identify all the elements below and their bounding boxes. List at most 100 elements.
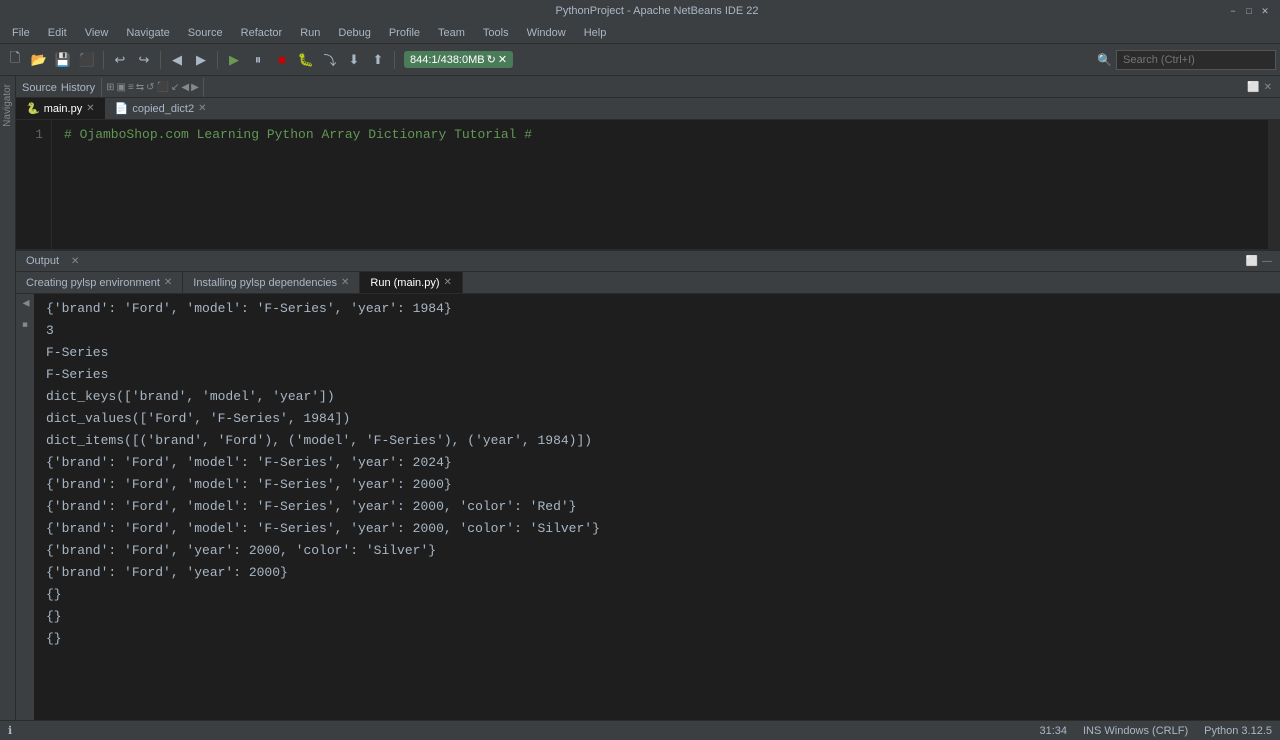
- output-line: {'brand': 'Ford', 'model': 'F-Series', '…: [46, 518, 1268, 540]
- run-label: ▶: [20, 298, 30, 308]
- editor-area: 1 # OjamboShop.com Learning Python Array…: [16, 120, 1280, 250]
- pause-button[interactable]: ⏸: [247, 49, 269, 71]
- tab-run-main[interactable]: Run (main.py) ✕: [360, 272, 462, 293]
- tab-creating-pylsp[interactable]: Creating pylsp environment ✕: [16, 272, 183, 293]
- menu-source[interactable]: Source: [180, 25, 231, 41]
- search-icon: 🔍: [1097, 53, 1112, 67]
- menu-window[interactable]: Window: [519, 25, 574, 41]
- center-area: Source History ⊞ ▣ ≡ ⇆ ↺ ⬛ ↙ ◀ ▶ ⬜ ✕ �: [16, 76, 1280, 720]
- run-group[interactable]: 844:1/438:0MB ↻ ✕: [404, 51, 513, 68]
- output-side-panel: ▶ ■: [16, 294, 34, 720]
- editor-scrollbar[interactable]: [1268, 120, 1280, 249]
- close-button[interactable]: ✕: [1258, 4, 1272, 18]
- output-line: dict_keys(['brand', 'model', 'year']): [46, 386, 1268, 408]
- history-button[interactable]: History: [61, 82, 95, 94]
- toolbar-sep-1: [103, 51, 104, 69]
- output-content[interactable]: {'brand': 'Ford', 'model': 'F-Series', '…: [34, 294, 1280, 720]
- forward-button[interactable]: ▶: [190, 49, 212, 71]
- menu-tools[interactable]: Tools: [475, 25, 517, 41]
- python-file-icon: 🐍: [26, 102, 40, 115]
- source-button[interactable]: Source: [22, 82, 57, 94]
- status-left: ℹ: [8, 724, 12, 737]
- close-installing-tab[interactable]: ✕: [341, 277, 349, 288]
- output-line: dict_items([('brand', 'Ford'), ('model',…: [46, 430, 1268, 452]
- save-button[interactable]: 💾: [52, 49, 74, 71]
- output-line: dict_values(['Ford', 'F-Series', 1984]): [46, 408, 1268, 430]
- line-numbers: 1: [16, 120, 52, 249]
- output-tab-bar: Creating pylsp environment ✕ Installing …: [16, 272, 1280, 294]
- output-panel-title: Output: [16, 255, 69, 267]
- editor-expand-icon[interactable]: ⬜: [1247, 82, 1259, 93]
- tab-installing-pylsp[interactable]: Installing pylsp dependencies ✕: [183, 272, 360, 293]
- status-info-icon: ℹ: [8, 724, 12, 737]
- toolbar-icon-3[interactable]: ≡: [128, 82, 134, 93]
- output-line: {'brand': 'Ford', 'model': 'F-Series', '…: [46, 474, 1268, 496]
- back-button[interactable]: ◀: [166, 49, 188, 71]
- toolbar-icon-8[interactable]: ◀: [181, 82, 189, 93]
- toolbar-sep-3: [217, 51, 218, 69]
- editor-close-icon[interactable]: ✕: [1264, 82, 1272, 93]
- toolbar-icon-5[interactable]: ↺: [146, 82, 154, 93]
- search-bar-area: 🔍: [1097, 50, 1276, 70]
- output-line: {'brand': 'Ford', 'model': 'F-Series', '…: [46, 298, 1268, 320]
- close-run-tab[interactable]: ✕: [443, 277, 451, 288]
- python-version: Python 3.12.5: [1204, 725, 1272, 737]
- debug-button[interactable]: 🐛: [295, 49, 317, 71]
- close-output-panel[interactable]: ✕: [71, 256, 79, 267]
- close-copied-dict2[interactable]: ✕: [198, 103, 206, 114]
- menu-file[interactable]: File: [4, 25, 38, 41]
- cursor-position: 31:34: [1039, 725, 1067, 737]
- maximize-button[interactable]: □: [1242, 4, 1256, 18]
- toolbar-icon-6[interactable]: ⬛: [157, 82, 169, 93]
- toolbar: 🗋 📂 💾 ⬛ ↩ ↪ ◀ ▶ ▶ ⏸ ■ 🐛 ⤵ ⬇ ⬆ 844:1/438:…: [0, 44, 1280, 76]
- step-over-button[interactable]: ⤵: [319, 49, 341, 71]
- menu-help[interactable]: Help: [576, 25, 615, 41]
- minimize-button[interactable]: −: [1226, 4, 1240, 18]
- output-line: {'brand': 'Ford', 'year': 2000}: [46, 562, 1268, 584]
- menu-edit[interactable]: Edit: [40, 25, 75, 41]
- status-bar: ℹ 31:34 INS Windows (CRLF) Python 3.12.5: [0, 720, 1280, 740]
- menu-debug[interactable]: Debug: [330, 25, 378, 41]
- left-navigator-panel: Navigator: [0, 76, 16, 720]
- editor-tab-bar: Source History ⊞ ▣ ≡ ⇆ ↺ ⬛ ↙ ◀ ▶ ⬜ ✕: [16, 76, 1280, 98]
- output-expand-icon[interactable]: ⬜: [1246, 256, 1258, 267]
- toolbar-icon-9[interactable]: ▶: [191, 82, 199, 93]
- output-line: {}: [46, 628, 1268, 650]
- new-project-button[interactable]: 🗋: [4, 49, 26, 71]
- output-min-icon[interactable]: —: [1262, 256, 1272, 267]
- stop-button[interactable]: ■: [271, 49, 293, 71]
- menu-profile[interactable]: Profile: [381, 25, 428, 41]
- run-button[interactable]: ▶: [223, 49, 245, 71]
- open-project-button[interactable]: 📂: [28, 49, 50, 71]
- close-main-py[interactable]: ✕: [86, 103, 94, 114]
- output-line: 3: [46, 320, 1268, 342]
- undo-button[interactable]: ↩: [109, 49, 131, 71]
- toolbar-icon-1[interactable]: ⊞: [106, 82, 114, 93]
- output-line: F-Series: [46, 364, 1268, 386]
- redo-button[interactable]: ↪: [133, 49, 155, 71]
- refresh-icon[interactable]: ↻: [487, 53, 496, 66]
- toolbar-icon-7[interactable]: ↙: [171, 82, 179, 93]
- toolbar-icon-4[interactable]: ⇆: [136, 82, 144, 93]
- stop-small-icon[interactable]: ✕: [498, 53, 507, 66]
- save-all-button[interactable]: ⬛: [76, 49, 98, 71]
- toolbar-sep-4: [394, 51, 395, 69]
- menu-navigate[interactable]: Navigate: [118, 25, 177, 41]
- code-editor[interactable]: # OjamboShop.com Learning Python Array D…: [52, 120, 1268, 249]
- step-into-button[interactable]: ⬇: [343, 49, 365, 71]
- dict-file-icon: 📄: [115, 102, 129, 115]
- menu-team[interactable]: Team: [430, 25, 473, 41]
- menu-view[interactable]: View: [77, 25, 117, 41]
- menu-run[interactable]: Run: [292, 25, 328, 41]
- navigator-icon[interactable]: Navigator: [2, 84, 13, 127]
- tab-copied-dict2[interactable]: 📄 copied_dict2 ✕: [105, 98, 217, 119]
- search-input[interactable]: [1116, 50, 1276, 70]
- title-bar: PythonProject - Apache NetBeans IDE 22 −…: [0, 0, 1280, 22]
- close-pylsp-tab[interactable]: ✕: [164, 277, 172, 288]
- sub-tab-bar: 🐍 main.py ✕ 📄 copied_dict2 ✕: [16, 98, 1280, 120]
- menu-refactor[interactable]: Refactor: [233, 25, 291, 41]
- step-out-button[interactable]: ⬆: [367, 49, 389, 71]
- toolbar-icon-2[interactable]: ▣: [116, 82, 125, 93]
- tab-main-py[interactable]: 🐍 main.py ✕: [16, 98, 105, 119]
- output-line: F-Series: [46, 342, 1268, 364]
